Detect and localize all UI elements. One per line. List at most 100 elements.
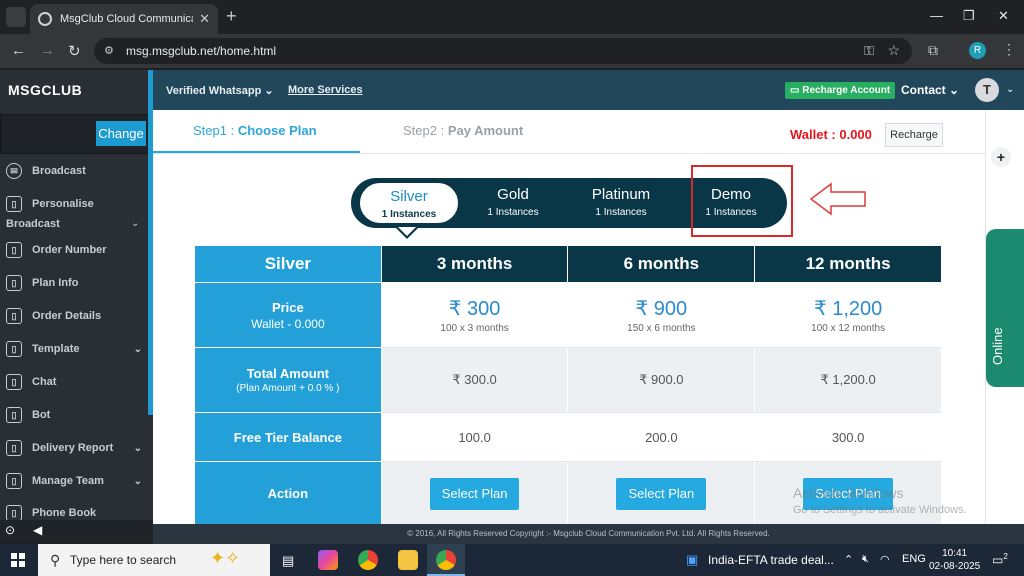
price-cell: ₹ 900 150 x 6 months <box>567 282 756 348</box>
sidebar-sub-label: Broadcast <box>6 218 60 230</box>
order-details-icon: ▯ <box>6 308 22 324</box>
restore-icon[interactable]: ❐ <box>963 8 975 24</box>
sidebar-item-broadcast[interactable]: ✉ Broadcast <box>6 163 146 179</box>
windows-start-icon[interactable] <box>11 553 25 567</box>
browser-tab[interactable]: MsgClub Cloud Communication ✕ <box>30 4 218 34</box>
reload-icon[interactable]: ↻ <box>68 42 81 60</box>
recharge-button[interactable]: Recharge <box>885 123 943 147</box>
sidebar-item-manage-team[interactable]: ▯ Manage Team ⌄ <box>6 473 146 489</box>
free-tier-label: Free Tier Balance <box>194 412 382 462</box>
bot-icon: ▯ <box>6 407 22 423</box>
chevron-down-icon[interactable]: ⌄ <box>1006 84 1014 95</box>
tab-close-icon[interactable]: ✕ <box>199 11 210 27</box>
new-tab-button[interactable]: + <box>226 6 237 27</box>
active-chrome-taskbar-item[interactable] <box>427 544 465 576</box>
template-icon: ▯ <box>6 341 22 357</box>
browser-menu-icon[interactable]: ⋮ <box>1002 41 1016 58</box>
back-icon[interactable]: ← <box>11 42 26 59</box>
manage-team-icon: ▯ <box>6 473 22 489</box>
free-tier-cell: 200.0 <box>567 412 756 462</box>
url-text[interactable]: msg.msgclub.net/home.html <box>126 44 276 58</box>
plan-name-header: Silver <box>194 245 382 283</box>
action-label: Action <box>194 461 382 524</box>
contact-menu[interactable]: Contact ⌄ <box>901 83 959 97</box>
more-services-link[interactable]: More Services <box>288 84 363 96</box>
volume-mute-icon[interactable]: 🔇︎ <box>862 553 869 566</box>
sidebar-item-order-number[interactable]: ▯ Order Number <box>6 242 146 258</box>
steps-bar: Step1 : Choose Plan Step2 : Pay Amount W… <box>153 110 985 154</box>
main-content: Step1 : Choose Plan Step2 : Pay Amount W… <box>153 110 985 524</box>
total-amount-label: Total Amount (Plan Amount + 0.0 % ) <box>194 347 382 413</box>
forward-icon[interactable]: → <box>40 42 55 59</box>
page-footer: © 2016, All Rights Reserved Copyright :-… <box>153 524 1024 544</box>
wifi-icon[interactable]: ◠ <box>880 553 890 566</box>
sidebar-item-plan-info[interactable]: ▯ Plan Info <box>6 275 146 291</box>
sidebar-item-personalise[interactable]: ▯ Personalise <box>6 196 146 212</box>
taskbar-search[interactable]: ⚲ Type here to search ✦✧ <box>38 544 270 576</box>
news-widget[interactable]: India-EFTA trade deal... <box>708 553 834 567</box>
total-cell: ₹ 900.0 <box>567 347 756 413</box>
copilot-icon[interactable] <box>318 550 338 570</box>
select-plan-button-6-months[interactable]: Select Plan <box>616 477 707 510</box>
task-view-icon[interactable]: ▤ <box>282 553 294 569</box>
address-bar[interactable]: ⚙ msg.msgclub.net/home.html ⚿ ☆ <box>94 38 912 64</box>
total-cell: ₹ 1,200.0 <box>754 347 942 413</box>
chevron-down-icon[interactable]: ⌄ <box>131 218 139 229</box>
browser-tab-strip: MsgClub Cloud Communication ✕ + — ❐ ✕ <box>0 0 1024 34</box>
verified-whatsapp-menu[interactable]: Verified Whatsapp ⌄ <box>166 84 274 97</box>
user-avatar[interactable]: T <box>975 78 999 102</box>
window-close-icon[interactable]: ✕ <box>998 8 1009 24</box>
table-row: Price Wallet - 0.000 ₹ 300 100 x 3 month… <box>194 282 942 348</box>
browser-profile-avatar[interactable]: R <box>969 42 986 59</box>
price-cell: ₹ 300 100 x 3 months <box>380 282 569 348</box>
windows-taskbar: ⚲ Type here to search ✦✧ ▤ ▣ India-EFTA … <box>0 544 1024 576</box>
price-cell: ₹ 1,200 100 x 12 months <box>754 282 942 348</box>
table-row: Total Amount (Plan Amount + 0.0 % ) ₹ 30… <box>194 347 942 413</box>
extensions-icon[interactable]: ⧉ <box>928 42 938 59</box>
activate-windows-subtext: Go to Settings to activate Windows. <box>793 504 967 516</box>
price-label: Price Wallet - 0.000 <box>194 282 382 348</box>
site-info-icon[interactable]: ⚙ <box>104 44 118 58</box>
sidebar-item-delivery-report[interactable]: ▯ Delivery Report ⌄ <box>6 440 146 456</box>
step-1-tab[interactable]: Step1 : Choose Plan <box>193 123 317 138</box>
order-number-icon: ▯ <box>6 242 22 258</box>
chrome-icon[interactable] <box>358 550 378 570</box>
online-chat-tab[interactable]: Online <box>986 229 1024 387</box>
tray-chevron-up-icon[interactable]: ⌃ <box>844 553 853 566</box>
taskbar-clock[interactable]: 10:41 02-08-2025 <box>929 547 980 573</box>
recharge-account-button[interactable]: ▭ Recharge Account <box>785 82 896 99</box>
left-arrow-annotation-icon <box>809 182 866 216</box>
news-icon: ▣ <box>686 552 699 567</box>
bookmark-star-icon[interactable]: ☆ <box>887 42 900 59</box>
tab-search-icon[interactable] <box>6 7 26 27</box>
file-explorer-icon[interactable] <box>398 550 418 570</box>
plus-icon[interactable]: + <box>991 147 1011 167</box>
tab-title: MsgClub Cloud Communication <box>60 13 193 25</box>
sidebar-item-order-details[interactable]: ▯ Order Details <box>6 308 146 324</box>
select-plan-button-3-months[interactable]: Select Plan <box>429 477 520 510</box>
notifications-icon[interactable]: ▭2 <box>992 552 1008 567</box>
plan-info-icon: ▯ <box>6 275 22 291</box>
top-navigation: Verified Whatsapp ⌄ More Services ▭ Rech… <box>153 70 1024 110</box>
phone-book-icon: ▯ <box>6 505 22 521</box>
table-row: Free Tier Balance 100.0 200.0 300.0 <box>194 412 942 462</box>
plan-tab-platinum[interactable]: Platinum 1 Instances <box>567 178 675 228</box>
change-button[interactable]: Change <box>96 121 146 146</box>
step-2-tab[interactable]: Step2 : Pay Amount <box>403 123 523 138</box>
sidebar-item-phone-book[interactable]: ▯ Phone Book <box>6 505 146 521</box>
password-key-icon[interactable]: ⚿ <box>864 43 874 59</box>
minimize-icon[interactable]: — <box>930 8 943 23</box>
free-tier-cell: 300.0 <box>754 412 942 462</box>
sidebar-item-template[interactable]: ▯ Template ⌄ <box>6 341 146 357</box>
plan-tab-gold[interactable]: Gold 1 Instances <box>463 178 563 228</box>
settings-icon[interactable]: ⊙ <box>5 523 15 537</box>
sidebar-item-chat[interactable]: ▯ Chat <box>6 374 146 390</box>
sidebar: MSGCLUB Change ✉ Broadcast ▯ Personalise… <box>0 70 153 524</box>
language-indicator[interactable]: ENG <box>902 553 926 565</box>
sidebar-item-bot[interactable]: ▯ Bot <box>6 407 146 423</box>
broadcast-icon: ✉ <box>6 163 22 179</box>
announcement-icon[interactable]: ◀ <box>33 523 42 537</box>
chrome-profile-icon <box>436 550 456 570</box>
plan-tab-silver[interactable]: Silver 1 Instances <box>358 181 460 225</box>
duration-header: 6 months <box>567 245 756 283</box>
